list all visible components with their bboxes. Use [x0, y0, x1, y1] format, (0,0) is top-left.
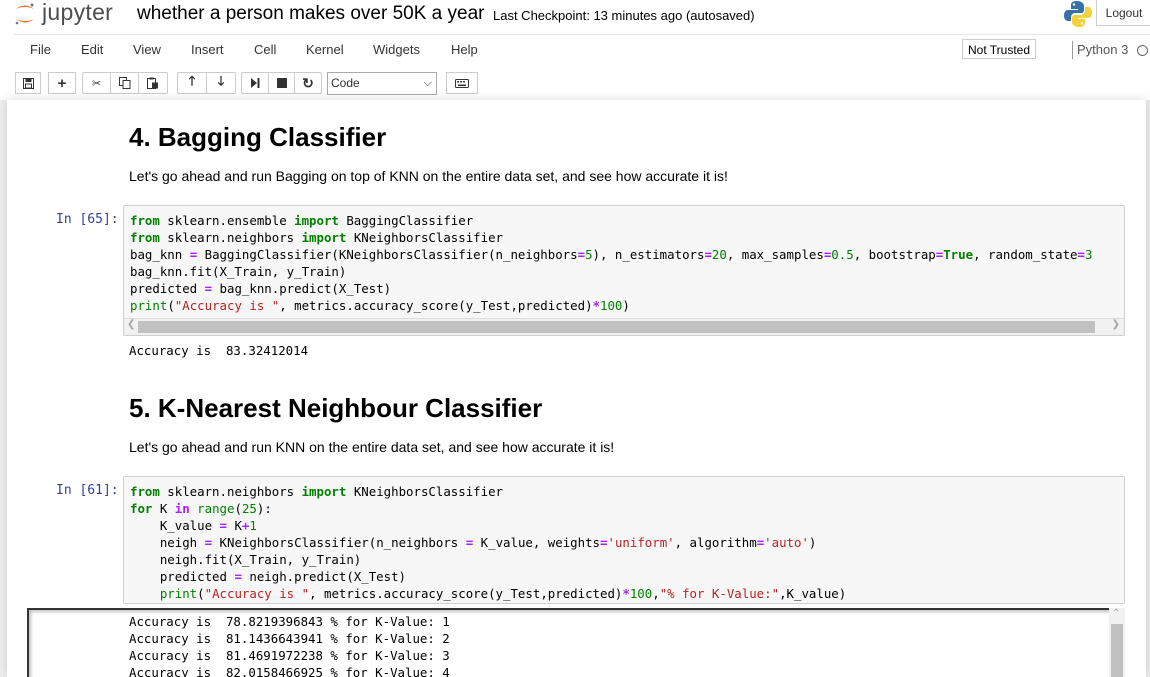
- keyboard-icon: [455, 78, 469, 88]
- code-line: print("Accuracy is ", metrics.accuracy_s…: [130, 298, 630, 313]
- bagging-heading: 4. Bagging Classifier: [129, 122, 387, 152]
- restart-icon: ↻: [302, 74, 314, 91]
- checkpoint-status: Last Checkpoint: 13 minutes ago (autosav…: [493, 8, 755, 23]
- output-text: Accuracy is 78.8219396843 % for K-Value:…: [129, 614, 450, 629]
- copy-button[interactable]: [110, 72, 139, 94]
- code-line: from sklearn.neighbors import KNeighbors…: [130, 230, 504, 245]
- cell-type-select[interactable]: Code ⌵: [327, 72, 437, 95]
- horizontal-scrollbar[interactable]: ❮ ❯: [124, 318, 1124, 335]
- step-forward-icon: [251, 78, 260, 88]
- cell-prompt: In [61]:: [56, 483, 119, 498]
- save-icon: [22, 77, 34, 89]
- notebook-header: jupyter whether a person makes over 50K …: [0, 0, 1150, 100]
- cell-prompt: In [65]:: [56, 212, 119, 227]
- code-line: from sklearn.ensemble import BaggingClas…: [130, 213, 474, 228]
- menu-cell[interactable]: Cell: [254, 42, 276, 57]
- scroll-up-icon[interactable]: ⌃: [1112, 608, 1120, 619]
- plus-icon: +: [57, 74, 67, 92]
- knn-heading: 5. K-Nearest Neighbour Classifier: [129, 393, 543, 423]
- code-line: bag_knn.fit(X_Train, y_Train): [130, 264, 347, 279]
- scroll-right-icon[interactable]: ❯: [1112, 319, 1120, 330]
- insert-cell-button[interactable]: +: [48, 72, 76, 94]
- toolbar: + ✂ 🡑 🡓 ↻ Code ⌵: [0, 66, 1150, 100]
- cut-icon: ✂: [91, 77, 102, 90]
- scrollbar-thumb[interactable]: [138, 321, 1095, 333]
- cut-button[interactable]: ✂: [82, 72, 111, 94]
- kernel-separator: [1072, 41, 1073, 59]
- knn-description: Let's go ahead and run KNN on the entire…: [129, 439, 615, 455]
- copy-icon: [118, 77, 130, 89]
- move-down-button[interactable]: 🡓: [206, 72, 236, 94]
- menu-view[interactable]: View: [133, 42, 161, 57]
- menubar: File Edit View Insert Cell Kernel Widget…: [14, 34, 1150, 67]
- cell-type-value: Code: [331, 76, 360, 90]
- stop-icon: [276, 78, 287, 88]
- trusted-indicator[interactable]: Not Trusted: [962, 39, 1037, 59]
- jupyter-logo-text: jupyter: [42, 0, 114, 25]
- code-line: predicted = bag_knn.predict(X_Test): [130, 281, 392, 296]
- move-up-button[interactable]: 🡑: [177, 72, 207, 94]
- output-text: Accuracy is 81.4691972238 % for K-Value:…: [129, 648, 450, 663]
- code-cell-bagging[interactable]: from sklearn.ensemble import BaggingClas…: [123, 205, 1125, 336]
- code-line: print("Accuracy is ", metrics.accuracy_s…: [159, 586, 847, 601]
- output-text: Accuracy is 83.32412014: [129, 343, 309, 358]
- chevron-down-icon: ⌵: [423, 77, 432, 89]
- run-button[interactable]: [241, 72, 269, 94]
- menu-edit[interactable]: Edit: [81, 42, 103, 57]
- command-palette-button[interactable]: [446, 72, 478, 94]
- kernel-idle-icon: [1137, 45, 1148, 56]
- logout-button[interactable]: Logout: [1096, 0, 1150, 26]
- output-text: Accuracy is 82.0158466925 % for K-Value:…: [129, 665, 450, 677]
- menu-file[interactable]: File: [30, 42, 51, 57]
- menu-widgets[interactable]: Widgets: [373, 42, 420, 57]
- notebook-container[interactable]: 4. Bagging Classifier Let's go ahead and…: [7, 100, 1146, 677]
- code-line: neigh.fit(X_Train, y_Train): [130, 552, 362, 567]
- notebook-area: 4. Bagging Classifier Let's go ahead and…: [0, 100, 1150, 677]
- vertical-scrollbar[interactable]: ⌃: [1109, 608, 1125, 677]
- kernel-name[interactable]: Python 3: [1077, 42, 1128, 57]
- output-text: Accuracy is 81.1436643941 % for K-Value:…: [129, 631, 450, 646]
- code-line: neigh = KNeighborsClassifier(n_neighbors…: [130, 535, 817, 550]
- bagging-description: Let's go ahead and run Bagging on top of…: [129, 168, 728, 184]
- code-cell-knn[interactable]: from sklearn.neighbors import KNeighbors…: [123, 476, 1125, 604]
- scrollbar-thumb[interactable]: [1111, 624, 1123, 677]
- save-button[interactable]: [15, 72, 41, 94]
- paste-icon: [147, 77, 158, 89]
- menu-insert[interactable]: Insert: [191, 42, 224, 57]
- code-line: K_value = K+1: [130, 518, 257, 533]
- code-line: for K in range(25):: [130, 501, 272, 516]
- arrow-down-icon: 🡓: [217, 73, 225, 88]
- python-logo-icon: [1064, 1, 1092, 27]
- scroll-left-icon[interactable]: ❮: [127, 319, 135, 330]
- code-line: predicted = neigh.predict(X_Test): [130, 569, 407, 584]
- jupyter-logo-icon: [15, 3, 34, 25]
- arrow-up-icon: 🡑: [188, 73, 196, 88]
- menu-help[interactable]: Help: [451, 42, 478, 57]
- notebook-name[interactable]: whether a person makes over 50K a year: [137, 3, 484, 25]
- menu-kernel[interactable]: Kernel: [306, 42, 344, 57]
- code-line: bag_knn = BaggingClassifier(KNeighborsCl…: [130, 247, 1093, 262]
- paste-button[interactable]: [138, 72, 168, 94]
- code-line: from sklearn.neighbors import KNeighbors…: [130, 484, 504, 499]
- interrupt-button[interactable]: [268, 72, 295, 94]
- restart-button[interactable]: ↻: [294, 72, 322, 94]
